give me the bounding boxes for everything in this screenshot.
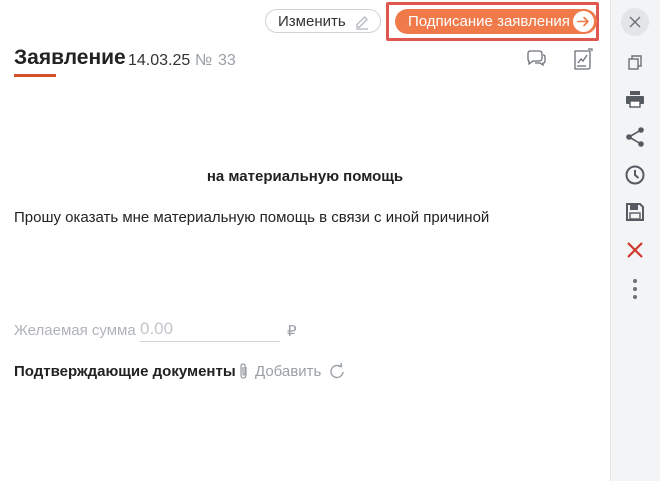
arrow-right-icon [573,11,594,32]
add-document-button[interactable]: Добавить [238,361,321,381]
close-icon[interactable] [621,8,649,36]
chat-bubbles-icon[interactable] [524,49,548,69]
document-sign-icon[interactable] [572,47,594,71]
document-header: Заявление 14.03.25 № 33 [14,46,604,76]
top-toolbar: Изменить Подписание заявления [0,0,610,42]
copy-icon[interactable] [620,47,650,77]
page-title: Заявление [14,46,126,69]
edit-button-label: Изменить [278,12,346,30]
title-underline [14,74,56,77]
more-vertical-icon[interactable] [620,274,650,304]
currency-symbol: ₽ [287,323,297,340]
floppy-disk-icon[interactable] [620,197,650,227]
delete-x-icon[interactable] [620,235,650,265]
document-number: 33 [218,52,236,69]
refresh-icon[interactable] [329,362,345,380]
paperclip-icon [240,363,247,379]
add-document-label: Добавить [255,362,322,380]
document-panel: Изменить Подписание заявления Заявление … [0,0,610,481]
pencil-icon [356,16,368,30]
supporting-documents-label: Подтверждающие документы [14,363,236,380]
edit-button[interactable]: Изменить [265,9,381,33]
document-subject: на материальную помощь [206,168,404,185]
document-date: 14.03.25 [128,52,191,69]
printer-icon[interactable] [620,84,650,114]
clock-icon[interactable] [620,160,650,190]
amount-input[interactable] [140,317,280,342]
amount-label: Желаемая сумма [14,322,136,339]
share-icon[interactable] [620,122,650,152]
sign-application-button[interactable]: Подписание заявления [395,9,597,34]
document-body-text: Прошу оказать мне материальную помощь в … [14,209,490,226]
number-sign: № [195,52,213,69]
sign-button-label: Подписание заявления [408,13,570,30]
